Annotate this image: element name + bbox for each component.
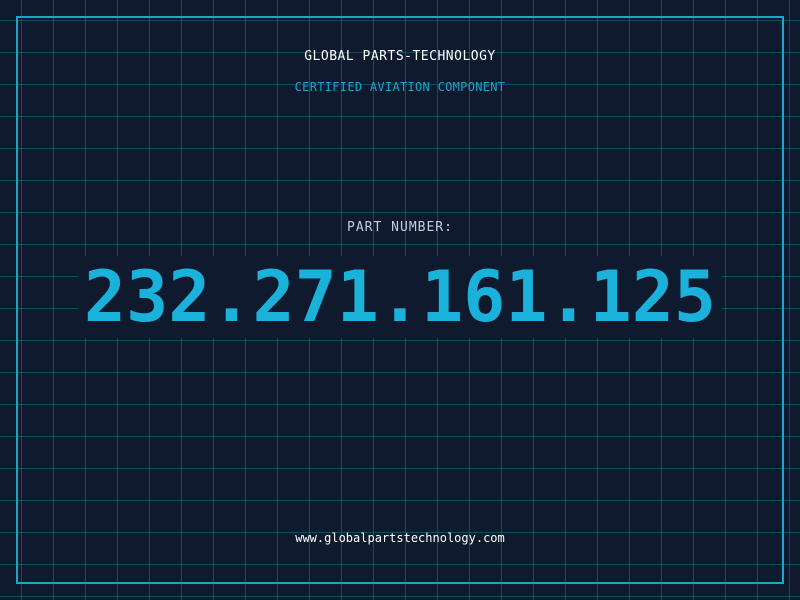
- website-url: www.globalpartstechnology.com: [295, 531, 505, 545]
- part-number-value: 232.271.161.125: [77, 256, 723, 338]
- brand-tagline: CERTIFIED AVIATION COMPONENT: [294, 80, 506, 94]
- part-number-container: 232.271.161.125: [0, 256, 800, 338]
- part-label-card: GLOBAL PARTS-TECHNOLOGY CERTIFIED AVIATI…: [0, 0, 800, 600]
- part-number-label: PART NUMBER:: [347, 220, 453, 235]
- brand-name: GLOBAL PARTS-TECHNOLOGY: [304, 49, 496, 64]
